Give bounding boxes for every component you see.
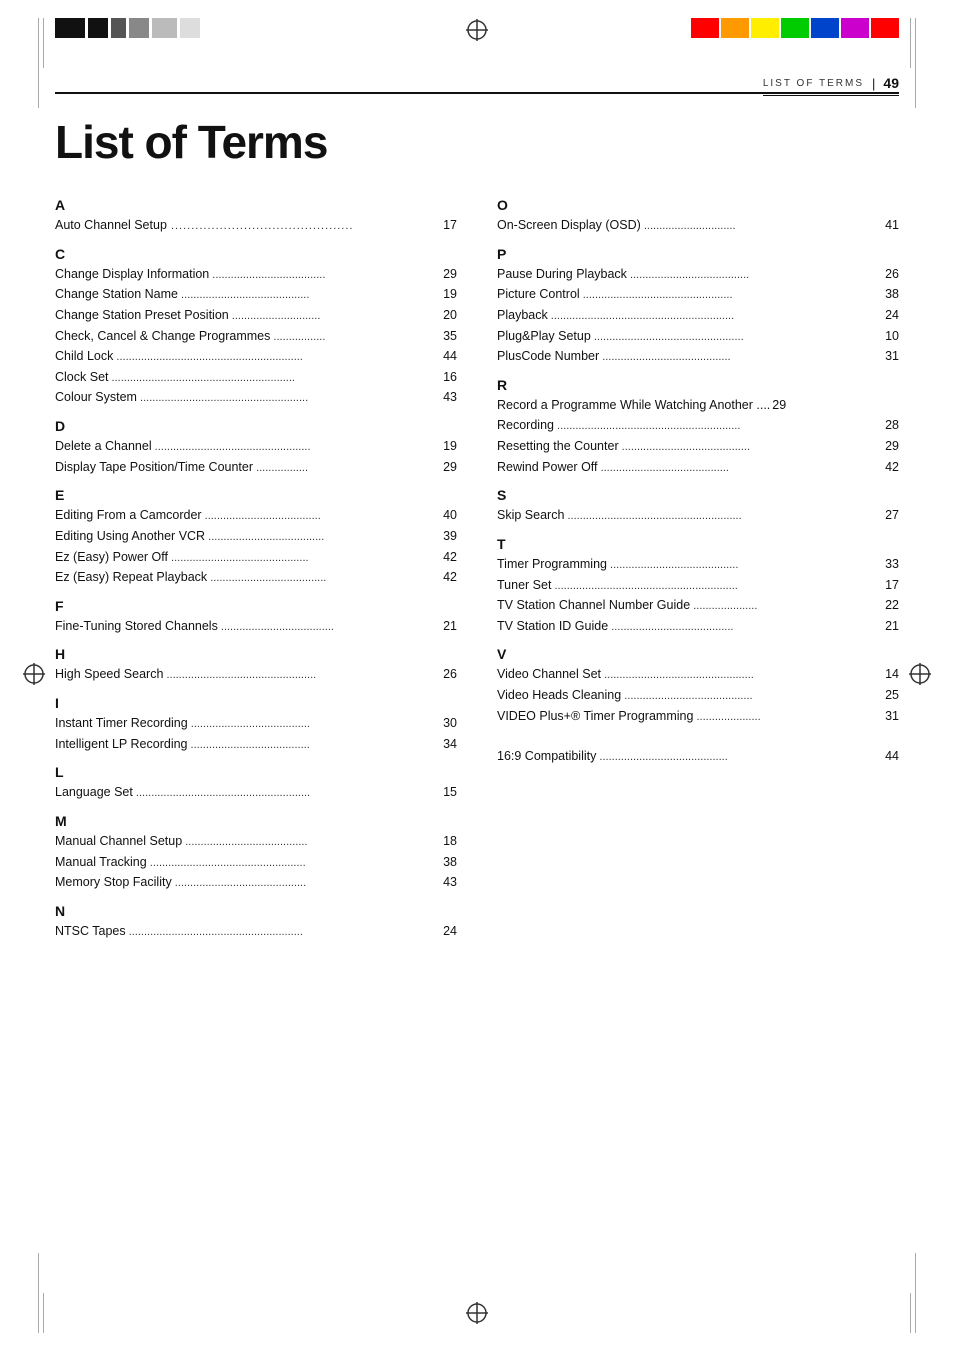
section-letter-r: R	[497, 377, 899, 393]
section-a: A Auto Channel Setup ...................…	[55, 197, 457, 236]
entry-playback: Playback ...............................…	[497, 305, 899, 326]
entry-video-heads: Video Heads Cleaning ...................…	[497, 685, 899, 706]
section-e: E Editing From a Camcorder .............…	[55, 487, 457, 588]
section-p: P Pause During Playback ................…	[497, 246, 899, 367]
left-column: A Auto Channel Setup ...................…	[55, 197, 457, 951]
section-i: I Instant Timer Recording ..............…	[55, 695, 457, 754]
entry-clock-set: Clock Set ..............................…	[55, 367, 457, 388]
entry-fine-tuning: Fine-Tuning Stored Channels ............…	[55, 616, 457, 637]
entry-rewind-power-off: Rewind Power Off .......................…	[497, 457, 899, 478]
entry-high-speed: High Speed Search ......................…	[55, 664, 457, 685]
entry-pluscode: PlusCode Number ........................…	[497, 346, 899, 367]
entry-change-station-preset: Change Station Preset Position .........…	[55, 305, 457, 326]
entry-check-cancel: Check, Cancel & Change Programmes ......…	[55, 326, 457, 347]
section-v: V Video Channel Set ....................…	[497, 646, 899, 726]
entry-resetting-counter: Resetting the Counter ..................…	[497, 436, 899, 457]
entry-ez-power-off: Ez (Easy) Power Off ....................…	[55, 547, 457, 568]
entry-ntsc: NTSC Tapes .............................…	[55, 921, 457, 942]
entry-tuner-set: Tuner Set ..............................…	[497, 575, 899, 596]
header-title: LIST OF TERMS	[763, 78, 864, 89]
section-letter-h: H	[55, 646, 457, 662]
section-s: S Skip Search ..........................…	[497, 487, 899, 526]
entry-display-tape: Display Tape Position/Time Counter .....…	[55, 457, 457, 478]
entry-colour-system: Colour System ..........................…	[55, 387, 457, 408]
section-letter-s: S	[497, 487, 899, 503]
section-letter-o: O	[497, 197, 899, 213]
entry-tv-channel-number: TV Station Channel Number Guide ........…	[497, 595, 899, 616]
section-n: N NTSC Tapes ...........................…	[55, 903, 457, 942]
entry-tv-station-id: TV Station ID Guide ....................…	[497, 616, 899, 637]
section-m: M Manual Channel Setup .................…	[55, 813, 457, 893]
section-letter-e: E	[55, 487, 457, 503]
top-crosshair-icon	[465, 18, 489, 42]
entry-osd: On-Screen Display (OSD) ................…	[497, 215, 899, 236]
bottom-crosshair-icon	[465, 1301, 489, 1325]
entry-change-station-name: Change Station Name ....................…	[55, 284, 457, 305]
page-title: List of Terms	[55, 115, 899, 169]
entry-instant-timer: Instant Timer Recording ................…	[55, 713, 457, 734]
entry-page: 17	[439, 215, 457, 236]
right-crosshair-icon	[908, 662, 932, 686]
entry-videoplus-timer: VIDEO Plus+® Timer Programming .........…	[497, 706, 899, 727]
entry-intelligent-lp: Intelligent LP Recording ...............…	[55, 734, 457, 755]
entry-language-set: Language Set ...........................…	[55, 782, 457, 803]
entry-timer-programming: Timer Programming ......................…	[497, 554, 899, 575]
entry-plug-play: Plug&Play Setup ........................…	[497, 326, 899, 347]
header-page: 49	[883, 75, 899, 91]
section-letter-f: F	[55, 598, 457, 614]
entry-change-display: Change Display Information .............…	[55, 264, 457, 285]
section-169: 16:9 Compatibility .....................…	[497, 746, 899, 767]
entry-169-compat: 16:9 Compatibility .....................…	[497, 746, 899, 767]
section-t: T Timer Programming ....................…	[497, 536, 899, 637]
section-r: R Record a Programme While Watching Anot…	[497, 377, 899, 478]
entry-record-programme: Record a Programme While Watching Anothe…	[497, 395, 899, 416]
section-letter-l: L	[55, 764, 457, 780]
section-letter-p: P	[497, 246, 899, 262]
entry-child-lock: Child Lock .............................…	[55, 346, 457, 367]
entry-editing-camcorder: Editing From a Camcorder ...............…	[55, 505, 457, 526]
entry-skip-search: Skip Search ............................…	[497, 505, 899, 526]
section-letter-d: D	[55, 418, 457, 434]
section-d: D Delete a Channel .....................…	[55, 418, 457, 477]
section-letter-a: A	[55, 197, 457, 213]
section-letter-t: T	[497, 536, 899, 552]
section-letter-c: C	[55, 246, 457, 262]
section-letter-m: M	[55, 813, 457, 829]
entry-picture-control: Picture Control ........................…	[497, 284, 899, 305]
section-letter-n: N	[55, 903, 457, 919]
entry-editing-vcr: Editing Using Another VCR ..............…	[55, 526, 457, 547]
header-separator: |	[872, 76, 875, 91]
section-o: O On-Screen Display (OSD) ..............…	[497, 197, 899, 236]
entry-delete-channel: Delete a Channel .......................…	[55, 436, 457, 457]
section-f: F Fine-Tuning Stored Channels ..........…	[55, 598, 457, 637]
right-column: O On-Screen Display (OSD) ..............…	[497, 197, 899, 777]
entry-auto-channel: Auto Channel Setup .....................…	[55, 215, 457, 236]
section-letter-i: I	[55, 695, 457, 711]
section-l: L Language Set .........................…	[55, 764, 457, 803]
section-letter-v: V	[497, 646, 899, 662]
section-h: H High Speed Search ....................…	[55, 646, 457, 685]
entry-manual-tracking: Manual Tracking ........................…	[55, 852, 457, 873]
section-c: C Change Display Information ...........…	[55, 246, 457, 408]
entry-recording: Recording ..............................…	[497, 415, 899, 436]
entry-video-channel: Video Channel Set ......................…	[497, 664, 899, 685]
entry-manual-channel: Manual Channel Setup ...................…	[55, 831, 457, 852]
entry-text: Auto Channel Setup	[55, 215, 167, 236]
entry-memory-stop: Memory Stop Facility ...................…	[55, 872, 457, 893]
entry-pause-playback: Pause During Playback ..................…	[497, 264, 899, 285]
left-crosshair-icon	[22, 662, 46, 686]
entry-ez-repeat: Ez (Easy) Repeat Playback ..............…	[55, 567, 457, 588]
entry-dots: ........................................…	[167, 217, 439, 235]
